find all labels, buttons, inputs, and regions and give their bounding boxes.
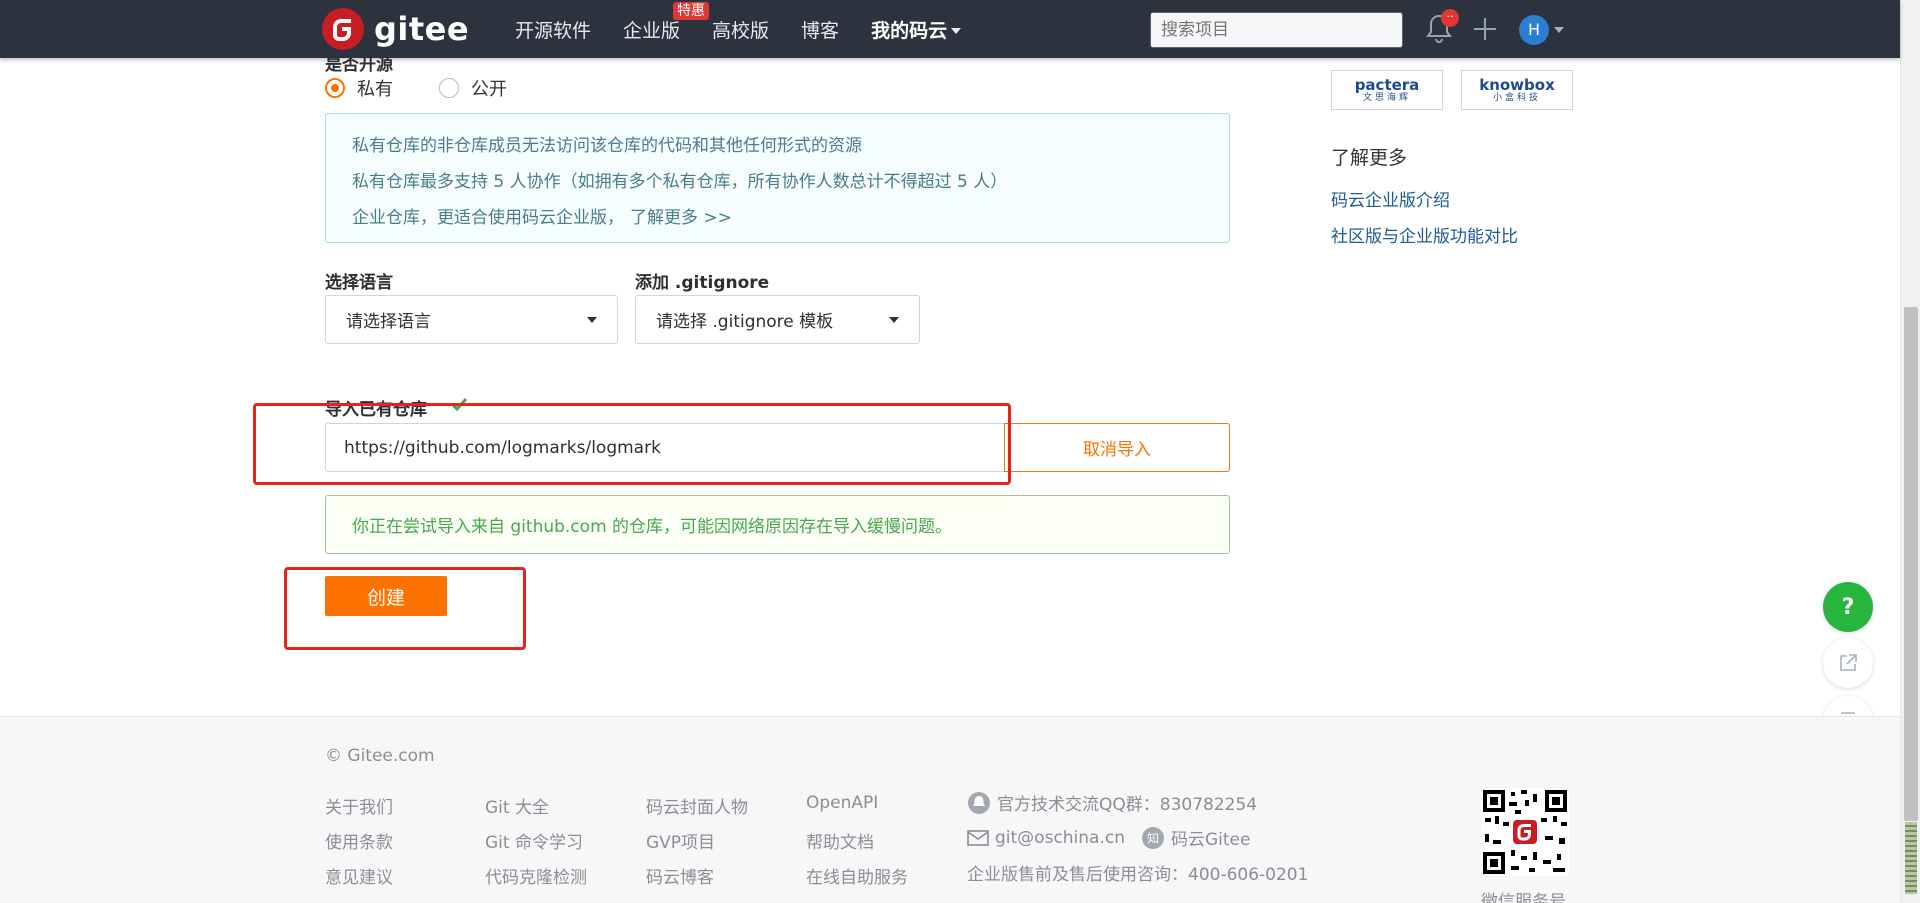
nav-my-gitee-label: 我的码云 bbox=[871, 19, 948, 42]
zhihu-icon: 知 bbox=[1142, 826, 1164, 849]
contact-qq: 官方技术交流QQ群：830782254 bbox=[967, 790, 1257, 815]
nav-my-gitee[interactable]: 我的码云 bbox=[871, 16, 962, 43]
footer-link-git-commands[interactable]: Git 命令学习 bbox=[485, 828, 583, 853]
footer-link-clone-detect[interactable]: 代码克隆检测 bbox=[485, 863, 587, 888]
avatar[interactable]: H bbox=[1519, 15, 1549, 45]
footer-link-blog[interactable]: 码云博客 bbox=[646, 863, 714, 888]
cancel-import-button[interactable]: 取消导入 bbox=[1004, 423, 1230, 472]
contact-email-row: git@oschina.cn 知 码云Gitee bbox=[967, 825, 1250, 850]
notification-badge: ·· bbox=[1441, 9, 1459, 27]
email-text[interactable]: git@oschina.cn bbox=[995, 828, 1125, 848]
import-url-input[interactable] bbox=[325, 423, 1005, 472]
footer-link-about[interactable]: 关于我们 bbox=[325, 793, 393, 818]
share-button[interactable] bbox=[1823, 638, 1873, 688]
partner-name: knowbox bbox=[1479, 75, 1555, 94]
svg-text:知: 知 bbox=[1147, 831, 1159, 845]
hot-badge: 特惠 bbox=[673, 1, 710, 20]
zhihu-text[interactable]: 码云Gitee bbox=[1171, 825, 1250, 850]
top-navbar: gitee 开源软件 企业版 特惠 高校版 博客 我的码云 ·· H bbox=[0, 0, 1900, 58]
gitee-logo[interactable]: gitee bbox=[322, 8, 469, 50]
contact-sales: 企业版售前及售后使用咨询：400-606-0201 bbox=[967, 865, 1309, 885]
learn-more-title: 了解更多 bbox=[1331, 147, 1408, 169]
edition-compare-link[interactable]: 社区版与企业版功能对比 bbox=[1331, 222, 1518, 247]
qr-caption: 微信服务号 bbox=[1481, 892, 1566, 903]
avatar-chevron-down-icon[interactable] bbox=[1554, 27, 1564, 33]
scrollbar-grip bbox=[1905, 822, 1917, 894]
info-line-2: 私有仓库最多支持 5 人协作（如拥有多个私有仓库，所有协作人数总计不得超过 5 … bbox=[352, 172, 1008, 192]
nav-university[interactable]: 高校版 bbox=[712, 16, 769, 43]
radio-private[interactable]: 私有 bbox=[325, 75, 393, 101]
footer-link-git-guide[interactable]: Git 大全 bbox=[485, 793, 549, 818]
scrollbar-thumb[interactable] bbox=[1904, 307, 1918, 821]
info-line-3: 企业仓库，更适合使用码云企业版， 了解更多 >> bbox=[352, 200, 1203, 236]
enterprise-intro-link[interactable]: 码云企业版介绍 bbox=[1331, 186, 1450, 211]
import-notice: 你正在尝试导入来自 github.com 的仓库，可能因网络原因存在导入缓慢问题… bbox=[325, 495, 1230, 554]
chevron-down-icon bbox=[587, 316, 597, 323]
copyright: © Gitee.com bbox=[325, 746, 435, 766]
footer-link-gvp[interactable]: GVP项目 bbox=[646, 828, 715, 853]
nav-blog[interactable]: 博客 bbox=[801, 16, 839, 43]
language-select-value: 请选择语言 bbox=[346, 312, 431, 332]
chevron-down-icon bbox=[951, 28, 962, 34]
footer-link-openapi[interactable]: OpenAPI bbox=[806, 793, 878, 813]
nav-enterprise-label: 企业版 bbox=[623, 19, 681, 42]
search-input[interactable] bbox=[1150, 12, 1403, 48]
wechat-qr-code bbox=[1481, 788, 1569, 876]
qq-group-text: 官方技术交流QQ群：830782254 bbox=[997, 795, 1258, 815]
footer-link-terms[interactable]: 使用条款 bbox=[325, 828, 393, 853]
import-label: 导入已有仓库 bbox=[325, 400, 427, 420]
learn-more-link[interactable]: 了解更多 >> bbox=[630, 208, 732, 228]
nav-enterprise[interactable]: 企业版 特惠 bbox=[623, 1, 710, 43]
main-nav: 开源软件 企业版 特惠 高校版 博客 我的码云 bbox=[515, 0, 993, 58]
partner-logo-knowbox[interactable]: knowbox 小盒科技 bbox=[1461, 70, 1573, 110]
footer-link-self-service[interactable]: 在线自助服务 bbox=[806, 863, 908, 888]
gitignore-select[interactable]: 请选择 .gitignore 模板 bbox=[635, 295, 920, 344]
private-repo-info: 私有仓库的非仓库成员无法访问该仓库的代码和其他任何形式的资源 私有仓库最多支持 … bbox=[325, 113, 1230, 243]
mail-icon bbox=[967, 829, 989, 846]
logo-text: gitee bbox=[374, 10, 470, 48]
footer: © Gitee.com 关于我们 使用条款 意见建议 Git 大全 Git 命令… bbox=[0, 716, 1900, 903]
share-icon bbox=[1840, 654, 1857, 671]
partner-sub: 小盒科技 bbox=[1492, 92, 1541, 103]
page-scrollbar[interactable] bbox=[1900, 0, 1920, 903]
partner-logo-pactera[interactable]: pactera 文思海辉 bbox=[1331, 70, 1443, 110]
check-icon bbox=[450, 397, 468, 411]
plus-icon[interactable] bbox=[1471, 15, 1499, 43]
nav-open-source[interactable]: 开源软件 bbox=[515, 16, 591, 43]
partner-sub: 文思海辉 bbox=[1362, 92, 1411, 103]
footer-link-help-docs[interactable]: 帮助文档 bbox=[806, 828, 874, 853]
create-button[interactable]: 创建 bbox=[325, 576, 447, 616]
gitee-logo-icon bbox=[322, 8, 364, 50]
info-line-3-text: 企业仓库，更适合使用码云企业版， bbox=[352, 208, 624, 228]
footer-link-cover-people[interactable]: 码云封面人物 bbox=[646, 793, 748, 818]
radio-public-label: 公开 bbox=[471, 79, 507, 100]
language-label: 选择语言 bbox=[325, 273, 393, 293]
radio-private-indicator[interactable] bbox=[325, 78, 345, 98]
help-button[interactable]: ? bbox=[1823, 582, 1873, 632]
gitignore-label: 添加 .gitignore bbox=[635, 273, 770, 293]
chevron-down-icon bbox=[889, 316, 899, 323]
info-line-1: 私有仓库的非仓库成员无法访问该仓库的代码和其他任何形式的资源 bbox=[352, 136, 862, 156]
language-select[interactable]: 请选择语言 bbox=[325, 295, 618, 344]
gitignore-select-value: 请选择 .gitignore 模板 bbox=[656, 312, 834, 332]
radio-private-label: 私有 bbox=[357, 79, 393, 100]
radio-public[interactable]: 公开 bbox=[439, 75, 507, 101]
footer-link-feedback[interactable]: 意见建议 bbox=[325, 863, 393, 888]
qq-icon bbox=[968, 791, 990, 814]
radio-public-indicator[interactable] bbox=[439, 78, 459, 98]
partner-name: pactera bbox=[1354, 75, 1420, 94]
